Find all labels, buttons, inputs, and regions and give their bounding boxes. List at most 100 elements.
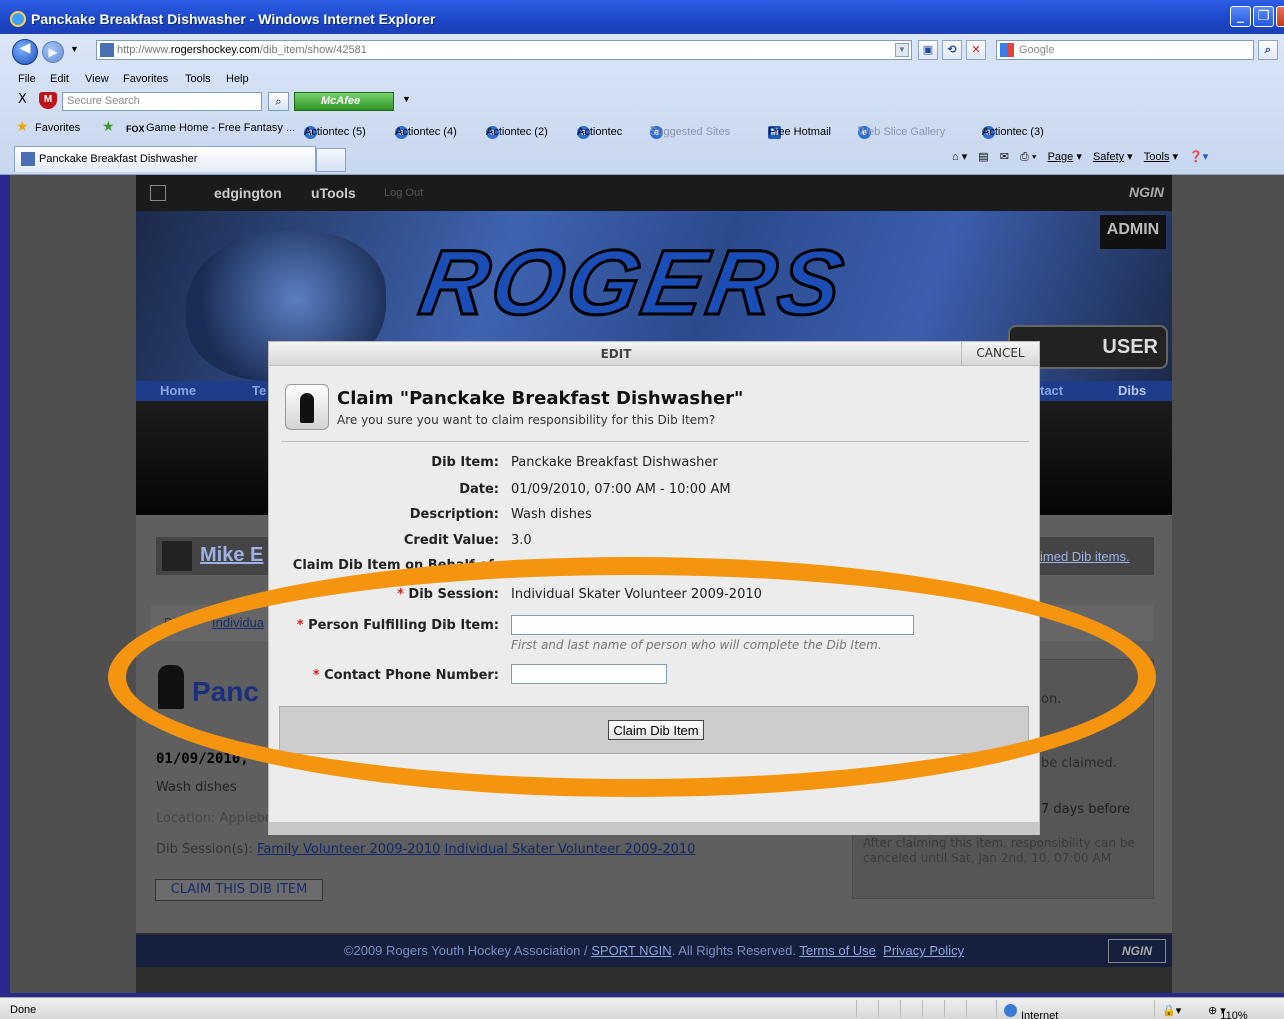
required-marker: * bbox=[397, 587, 404, 602]
menu-view[interactable]: View bbox=[85, 73, 109, 85]
zoom-control[interactable]: ⊕ 110% ▾ bbox=[1208, 1004, 1248, 1019]
feeds-icon[interactable]: ▤ bbox=[978, 151, 988, 163]
modal-header-title: EDIT bbox=[600, 347, 632, 361]
favorites-button[interactable]: Favorites bbox=[35, 122, 80, 134]
forward-button[interactable]: ▶ bbox=[42, 41, 64, 63]
security-zone[interactable]: Internet bbox=[1004, 1004, 1058, 1019]
contact-phone-input[interactable] bbox=[511, 664, 667, 684]
print-icon[interactable]: ⎙ ▾ bbox=[1020, 151, 1036, 163]
page-menu[interactable]: Page ▾ bbox=[1048, 151, 1082, 163]
utools-link[interactable]: uTools bbox=[311, 185, 356, 201]
minimize-button[interactable]: _ bbox=[1230, 6, 1251, 27]
dib-item-description: Wash dishes bbox=[156, 780, 237, 795]
person-fulfilling-input[interactable] bbox=[511, 615, 914, 635]
menu-tools[interactable]: Tools bbox=[185, 73, 211, 85]
site-top-nav: edgington uTools Log Out NGIN bbox=[136, 175, 1172, 211]
sidebar-text-3: 7 days before bbox=[1041, 802, 1131, 817]
mcafee-button[interactable]: McAfee bbox=[294, 92, 394, 111]
modal-cancel-button[interactable]: CANCEL bbox=[961, 342, 1039, 365]
claim-on-behalf-label: Claim Dib Item on Behalf of: bbox=[292, 558, 499, 573]
field-description: Description: Wash dishes bbox=[269, 507, 1039, 527]
logout-link[interactable]: Log Out bbox=[384, 187, 423, 199]
tools-menu[interactable]: Tools ▾ bbox=[1144, 151, 1178, 163]
close-window-button[interactable] bbox=[1276, 6, 1284, 27]
tab-current[interactable]: Panckake Breakfast Dishwasher bbox=[14, 146, 316, 172]
privacy-policy-link[interactable]: Privacy Policy bbox=[883, 943, 964, 958]
menu-favorites[interactable]: Favorites bbox=[123, 73, 168, 85]
stop-icon[interactable]: ✕ bbox=[966, 40, 986, 60]
help-icon[interactable]: ❓▾ bbox=[1189, 151, 1208, 163]
refresh-icon[interactable]: ⟲ bbox=[942, 40, 962, 60]
command-bar: ⌂ ▾ ▤ ✉ ⎙ ▾ Page ▾ Safety ▾ Tools ▾ ❓▾ bbox=[944, 150, 1208, 164]
secure-search-button[interactable]: ⌕ bbox=[268, 92, 289, 111]
tab-label: Panckake Breakfast Dishwasher bbox=[39, 153, 198, 165]
rogers-logo: ROGERS bbox=[412, 231, 856, 336]
suggested-sites[interactable]: eSuggested Sites ▾ bbox=[650, 122, 730, 139]
status-bar: Done Internet 🔒▾ ⊕ 110% ▾ bbox=[0, 997, 1284, 1019]
claim-this-dib-item-button[interactable]: CLAIM THIS DIB ITEM bbox=[155, 879, 323, 901]
compatibility-view-icon[interactable]: ▣ bbox=[918, 40, 938, 60]
read-mail-icon[interactable]: ✉ bbox=[1000, 151, 1009, 163]
contact-phone-label: * Contact Phone Number: bbox=[313, 668, 499, 683]
favorite-link-1[interactable]: Game Home - Free Fantasy ... bbox=[146, 122, 295, 134]
add-to-favorites-icon[interactable]: ★ bbox=[102, 119, 115, 135]
maximize-button[interactable]: ❐ bbox=[1253, 6, 1274, 27]
tab-row: Panckake Breakfast Dishwasher ⌂ ▾ ▤ ✉ ⎙ … bbox=[0, 146, 1284, 174]
favorites-bar: ★ Favorites ★ FOX Game Home - Free Fanta… bbox=[0, 118, 1284, 140]
nav-dibs[interactable]: Dibs bbox=[1118, 383, 1146, 398]
claimed-dib-items-link[interactable]: imed Dib items. bbox=[1036, 537, 1154, 575]
browser-chrome: ◀ ▶ ▼ http://www.rogershockey.com/dib_it… bbox=[0, 34, 1284, 175]
user-name-link[interactable]: Mike E bbox=[200, 544, 263, 566]
dib-session-link[interactable]: Individua bbox=[212, 615, 264, 630]
session-link-family[interactable]: Family Volunteer 2009-2010 bbox=[257, 842, 440, 857]
avatar bbox=[162, 541, 192, 571]
user-link[interactable]: edgington bbox=[214, 185, 282, 201]
window-title-bar: Panckake Breakfast Dishwasher - Windows … bbox=[0, 0, 1284, 34]
credit-value: 3.0 bbox=[511, 533, 532, 548]
nav-contact[interactable]: tact bbox=[1040, 383, 1063, 398]
mcafee-dropdown-icon[interactable]: ▼ bbox=[402, 94, 411, 104]
favorite-link-2-label: Actiontec (5) bbox=[304, 126, 366, 138]
history-dropdown-icon[interactable]: ▼ bbox=[70, 44, 79, 54]
terms-of-use-link[interactable]: Terms of Use bbox=[799, 943, 876, 958]
menu-help[interactable]: Help bbox=[226, 73, 249, 85]
secure-search-input[interactable]: Secure Search bbox=[62, 92, 262, 111]
required-marker: * bbox=[312, 668, 320, 683]
new-tab-button[interactable] bbox=[316, 148, 346, 172]
home-icon[interactable]: ⌂ ▾ bbox=[952, 151, 967, 163]
modal-header: EDIT CANCEL bbox=[269, 342, 1039, 366]
field-date: Date: 01/09/2010, 07:00 AM - 10:00 AM bbox=[269, 482, 1039, 502]
back-button[interactable]: ◀ bbox=[12, 39, 38, 65]
menu-file[interactable]: File bbox=[18, 73, 36, 85]
safety-menu[interactable]: Safety ▾ bbox=[1093, 151, 1133, 163]
dib-sessions-label: Dib Session(s): bbox=[156, 842, 253, 857]
favorites-star-icon: ★ bbox=[16, 119, 29, 135]
close-toolbar-icon[interactable]: X bbox=[18, 92, 27, 107]
search-icon[interactable]: ⌕ bbox=[1258, 40, 1278, 60]
safety-menu-label: Safety bbox=[1092, 151, 1125, 163]
menu-edit[interactable]: Edit bbox=[50, 73, 69, 85]
sidebar-text-2: be claimed. bbox=[1041, 756, 1117, 771]
divider bbox=[281, 441, 1029, 442]
nav-teams[interactable]: Te bbox=[252, 383, 266, 398]
url-prefix: http://www. bbox=[117, 44, 171, 56]
google-icon bbox=[1000, 43, 1014, 57]
session-link-individual[interactable]: Individual Skater Volunteer 2009-2010 bbox=[445, 842, 696, 857]
sport-ngin-link[interactable]: SPORT NGIN bbox=[591, 943, 671, 958]
modal-footer: Claim Dib Item bbox=[279, 706, 1029, 754]
required-marker: * bbox=[296, 618, 304, 633]
site-menu-icon[interactable] bbox=[150, 185, 166, 201]
nav-home[interactable]: Home bbox=[160, 383, 196, 398]
search-placeholder: Google bbox=[1019, 44, 1055, 56]
address-dropdown-icon[interactable]: ▼ bbox=[895, 43, 909, 57]
credit-value-label: Credit Value: bbox=[403, 533, 499, 548]
web-slice-gallery[interactable]: eWeb Slice Gallery ▾ bbox=[858, 122, 945, 139]
protected-mode-icon[interactable]: 🔒▾ bbox=[1162, 1004, 1181, 1017]
address-bar[interactable]: http://www.rogershockey.com/dib_item/sho… bbox=[96, 40, 912, 60]
modal-bottom-bar bbox=[269, 822, 1039, 835]
search-box[interactable]: Google bbox=[996, 40, 1254, 60]
suggested-sites-label: Suggested Sites bbox=[650, 126, 731, 138]
status-text: Done bbox=[10, 1004, 37, 1016]
admin-panel-button[interactable]: ADMIN bbox=[1100, 215, 1166, 249]
claim-dib-item-button[interactable]: Claim Dib Item bbox=[608, 720, 704, 740]
